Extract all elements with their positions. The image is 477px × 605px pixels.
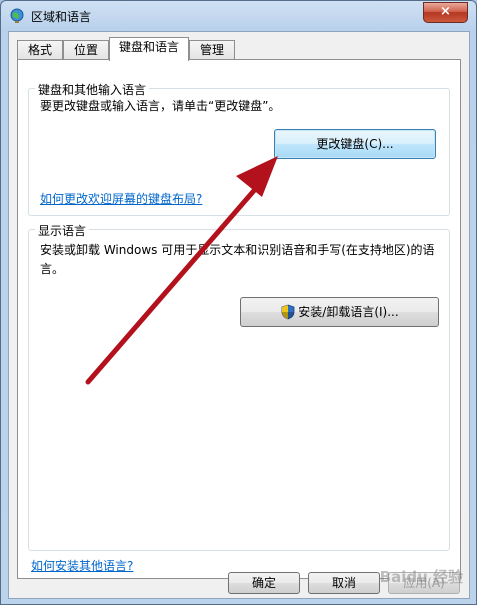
tab-location[interactable]: 位置 [63, 40, 109, 60]
tab-formats[interactable]: 格式 [17, 40, 63, 60]
dialog-body: 格式 位置 键盘和语言 管理 键盘和其他输入语言 要更改键盘或输入语言，请单击“… [8, 31, 470, 599]
ok-button[interactable]: 确定 [228, 572, 300, 594]
change-keyboards-label: 更改键盘(C)... [316, 137, 394, 151]
uac-shield-icon [281, 304, 295, 320]
welcome-screen-layout-link[interactable]: 如何更改欢迎屏幕的键盘布局? [40, 190, 202, 207]
cancel-label: 取消 [331, 576, 356, 590]
globe-icon [10, 8, 24, 23]
keyboards-group-title: 键盘和其他输入语言 [35, 81, 150, 98]
tab-administrative[interactable]: 管理 [189, 40, 235, 60]
cancel-button[interactable]: 取消 [308, 572, 380, 594]
display-language-group-title: 显示语言 [35, 222, 90, 239]
close-button[interactable]: × [423, 2, 468, 23]
close-icon: × [440, 4, 451, 19]
display-language-description: 安装或卸载 Windows 可用于显示文本和识别语音和手写(在支持地区)的语言。 [40, 243, 435, 276]
install-other-languages-link[interactable]: 如何安装其他语言? [31, 557, 133, 574]
region-language-dialog: 区域和语言 × 格式 位置 键盘和语言 管理 键盘和其他输入语言 要更改键盘或输… [0, 0, 477, 605]
title-bar: 区域和语言 × [1, 1, 476, 31]
keyboards-description: 要更改键盘或输入语言，请单击“更改键盘”。 [40, 99, 281, 113]
tab-panel: 键盘和其他输入语言 要更改键盘或输入语言，请单击“更改键盘”。 更改键盘(C).… [17, 59, 461, 579]
install-uninstall-label: 安装/卸载语言(I)... [298, 305, 399, 319]
tab-keyboards-languages[interactable]: 键盘和语言 [109, 37, 189, 61]
display-language-group: 显示语言 安装或卸载 Windows 可用于显示文本和识别语音和手写(在支持地区… [28, 222, 450, 551]
change-keyboards-button[interactable]: 更改键盘(C)... [274, 129, 436, 159]
watermark: Baidu 经验 [379, 568, 463, 586]
ok-label: 确定 [251, 576, 276, 590]
keyboards-group: 键盘和其他输入语言 要更改键盘或输入语言，请单击“更改键盘”。 更改键盘(C).… [28, 81, 450, 216]
window-title: 区域和语言 [31, 10, 92, 24]
install-uninstall-languages-button[interactable]: 安装/卸载语言(I)... [240, 297, 439, 327]
